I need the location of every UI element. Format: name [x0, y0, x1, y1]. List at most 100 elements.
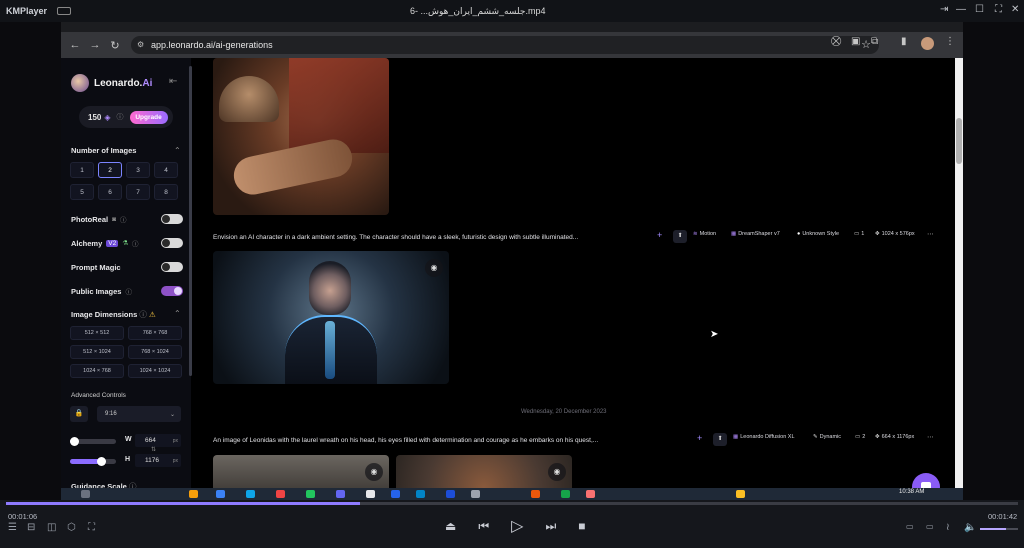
reload-icon[interactable]: ↻ [105, 39, 125, 52]
dimension-option[interactable]: 512 × 512 [70, 326, 124, 340]
info-icon[interactable]: ⓘ [132, 238, 139, 248]
tray-icon[interactable] [736, 490, 745, 498]
taskbar-app-icon[interactable] [416, 490, 425, 498]
equalizer-icon[interactable]: ≀ [946, 522, 950, 533]
page-scrollbar[interactable] [955, 58, 963, 496]
scrollbar-thumb[interactable] [956, 118, 962, 164]
extension-icon-2[interactable]: ▣ [851, 36, 860, 47]
taskbar-app-icon[interactable] [561, 490, 570, 498]
dimension-option[interactable]: 768 × 1024 [128, 345, 182, 359]
back-icon[interactable]: ← [65, 39, 85, 51]
generation-prompt[interactable]: Envision an AI character in a dark ambie… [213, 234, 653, 241]
taskbar-app-icon[interactable] [391, 490, 400, 498]
number-option-5[interactable]: 5 [70, 184, 94, 200]
vr-icon[interactable]: ◫ [47, 522, 56, 533]
taskbar-app-icon[interactable] [306, 490, 315, 498]
brand-logo[interactable]: Leonardo.Ai [71, 74, 152, 92]
motion-badge[interactable]: ≋ Motion [693, 231, 716, 237]
site-info-icon[interactable]: ⚙ [137, 40, 147, 50]
next-icon[interactable]: ⏭ [545, 519, 556, 534]
collapse-sidebar-icon[interactable]: ⇤ [169, 76, 177, 87]
add-icon[interactable]: + [697, 433, 702, 443]
side-panel-icon[interactable]: ▮ [901, 36, 907, 47]
extension-icon-1[interactable]: ⛒ [831, 36, 841, 47]
upgrade-button[interactable]: Upgrade [129, 110, 168, 124]
minimize-icon[interactable]: — [956, 4, 966, 15]
maximize-icon[interactable]: ☐ [975, 4, 984, 15]
height-input[interactable]: 1176 px [135, 454, 181, 467]
eject-icon[interactable]: ⏏ [445, 519, 456, 533]
volume-icon[interactable]: 🔈 [964, 522, 976, 533]
link-dimensions-icon[interactable]: ⇅ [151, 446, 156, 453]
forward-icon[interactable]: → [85, 39, 105, 51]
seek-bar[interactable] [6, 502, 1018, 505]
chevron-up-icon[interactable]: ⌃ [174, 309, 181, 318]
taskbar-app-icon[interactable] [586, 490, 595, 498]
playlist-icon[interactable]: ☰ [8, 522, 17, 533]
previous-icon[interactable]: ⏮ [478, 519, 489, 534]
bookmark-star-icon[interactable]: ☆ [861, 38, 871, 51]
edge-icon[interactable] [216, 490, 225, 498]
number-option-2[interactable]: 2 [98, 162, 122, 178]
taskbar-app-icon[interactable] [531, 490, 540, 498]
dimension-option[interactable]: 512 × 1024 [70, 345, 124, 359]
public-images-toggle[interactable] [161, 286, 183, 296]
number-option-7[interactable]: 7 [126, 184, 150, 200]
dimension-option[interactable]: 768 × 768 [128, 326, 182, 340]
photoreal-toggle[interactable] [161, 214, 183, 224]
aspect-ratio-select[interactable]: 9:16 ⌄ [97, 406, 181, 422]
number-option-3[interactable]: 3 [126, 162, 150, 178]
height-slider[interactable] [70, 457, 116, 466]
taskbar-app-icon[interactable] [246, 490, 255, 498]
more-options-icon[interactable]: ⋯ [927, 433, 934, 441]
play-icon[interactable]: ▷ [511, 516, 523, 536]
visibility-eye-icon[interactable]: ◉ [365, 463, 383, 481]
open-file-icon[interactable]: ⊟ [27, 522, 35, 533]
extensions-puzzle-icon[interactable]: ⧉ [871, 36, 878, 47]
browser-menu-icon[interactable]: ⋮ [945, 36, 955, 47]
width-slider[interactable] [70, 437, 116, 446]
close-icon[interactable]: ✕ [1011, 4, 1019, 15]
add-icon[interactable]: + [657, 230, 662, 240]
mini-mode-icon[interactable] [57, 7, 72, 15]
number-option-4[interactable]: 4 [154, 162, 178, 178]
dimension-option[interactable]: 1024 × 768 [70, 364, 124, 378]
taskbar-clock[interactable]: 10:38 AM [899, 489, 924, 495]
subtitle-icon[interactable]: ▭ [906, 522, 914, 531]
url-bar[interactable]: ⚙ app.leonardo.ai/ai-generations ☆ [131, 36, 879, 54]
3d-icon[interactable]: ⬡ [67, 522, 76, 533]
taskbar-app-icon[interactable] [471, 490, 480, 498]
visibility-eye-icon[interactable]: ◉ [548, 463, 566, 481]
generated-image-ai-character[interactable]: ◉ [213, 251, 449, 384]
taskbar-app-icon[interactable] [446, 490, 455, 498]
chrome-icon[interactable] [276, 490, 285, 498]
profile-avatar[interactable] [921, 37, 934, 50]
upscale-icon[interactable]: ⬆ [673, 230, 687, 243]
fullscreen-icon[interactable]: ⛶ [995, 4, 1002, 15]
audio-track-icon[interactable]: ▭ [926, 522, 934, 531]
taskbar-app-icon[interactable] [366, 490, 375, 498]
number-option-6[interactable]: 6 [98, 184, 122, 200]
number-option-8[interactable]: 8 [154, 184, 178, 200]
upscale-icon[interactable]: ⬆ [713, 433, 727, 446]
stop-icon[interactable]: ■ [578, 519, 585, 533]
info-icon[interactable]: ⓘ [139, 310, 147, 319]
visibility-eye-icon[interactable]: ◉ [425, 259, 443, 277]
chevron-up-icon[interactable]: ⌃ [174, 146, 181, 155]
lock-aspect-icon[interactable]: 🔒 [70, 406, 88, 422]
sidebar-scrollbar[interactable] [189, 66, 192, 376]
prompt-magic-toggle[interactable] [161, 262, 183, 272]
capture-icon[interactable]: ⛶ [88, 522, 95, 533]
number-option-1[interactable]: 1 [70, 162, 94, 178]
info-icon[interactable]: ⓘ [125, 286, 132, 296]
start-icon[interactable] [81, 490, 90, 498]
more-options-icon[interactable]: ⋯ [927, 230, 934, 238]
volume-slider[interactable] [980, 528, 1018, 530]
info-icon[interactable]: ⓘ [117, 112, 124, 122]
taskbar-app-icon[interactable] [336, 490, 345, 498]
generation-prompt[interactable]: An image of Leonidas with the laurel wre… [213, 437, 653, 444]
generated-image-warrior[interactable] [213, 58, 389, 215]
pin-icon[interactable]: ⇥ [940, 4, 948, 15]
alchemy-toggle[interactable] [161, 238, 183, 248]
file-explorer-icon[interactable] [189, 490, 198, 498]
